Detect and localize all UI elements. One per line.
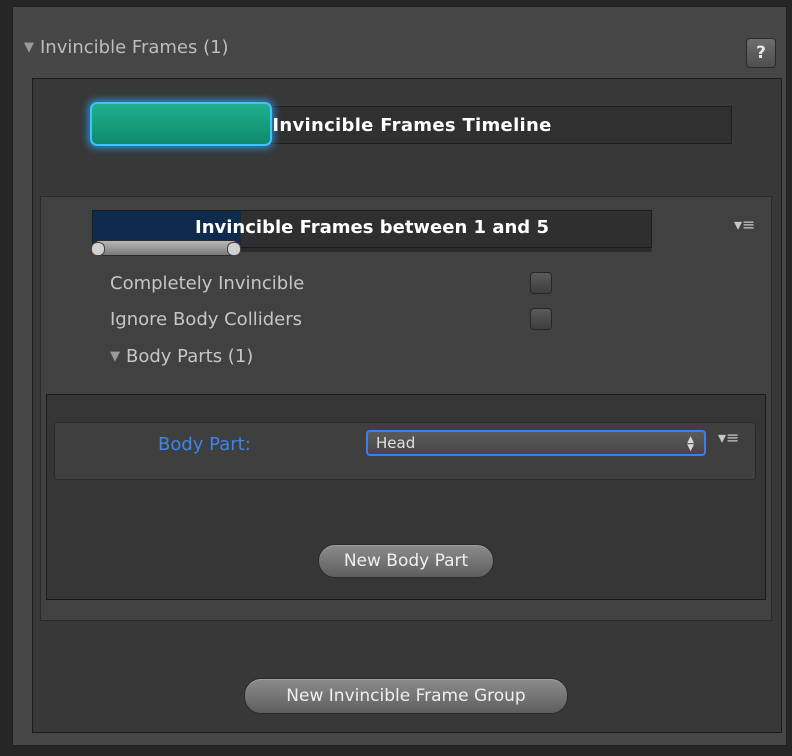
- body-parts-title: Body Parts (1): [126, 345, 254, 367]
- ignore-body-colliders-checkbox[interactable]: [530, 308, 552, 330]
- timeline-label: Invincible Frames Timeline: [272, 114, 552, 136]
- help-button[interactable]: ?: [746, 38, 776, 68]
- body-part-label: Body Part:: [158, 433, 251, 455]
- new-body-part-button[interactable]: New Body Part: [318, 544, 494, 578]
- new-invincible-frame-group-button[interactable]: New Invincible Frame Group: [244, 678, 568, 714]
- dropdown-arrows-icon: ▲ ▼: [687, 435, 694, 453]
- frame-range-label: Invincible Frames between 1 and 5: [195, 216, 549, 238]
- foldout-triangle-icon[interactable]: ▼: [24, 40, 34, 55]
- body-parts-foldout[interactable]: ▼ Body Parts (1): [110, 342, 370, 370]
- completely-invincible-label: Completely Invincible: [110, 272, 305, 294]
- ignore-body-colliders-label: Ignore Body Colliders: [110, 308, 302, 330]
- body-part-dropdown[interactable]: Head ▲ ▼: [366, 430, 706, 456]
- body-part-value: Head: [376, 434, 416, 452]
- foldout-triangle-icon[interactable]: ▼: [110, 349, 120, 364]
- body-part-menu-icon[interactable]: ▾≡: [718, 426, 752, 448]
- group-menu-icon[interactable]: ▾≡: [734, 214, 766, 234]
- completely-invincible-checkbox[interactable]: [530, 272, 552, 294]
- foldout-title: Invincible Frames (1): [40, 36, 229, 58]
- range-slider-thumb[interactable]: [91, 240, 241, 256]
- invincible-frames-foldout[interactable]: ▼ Invincible Frames (1): [24, 30, 324, 64]
